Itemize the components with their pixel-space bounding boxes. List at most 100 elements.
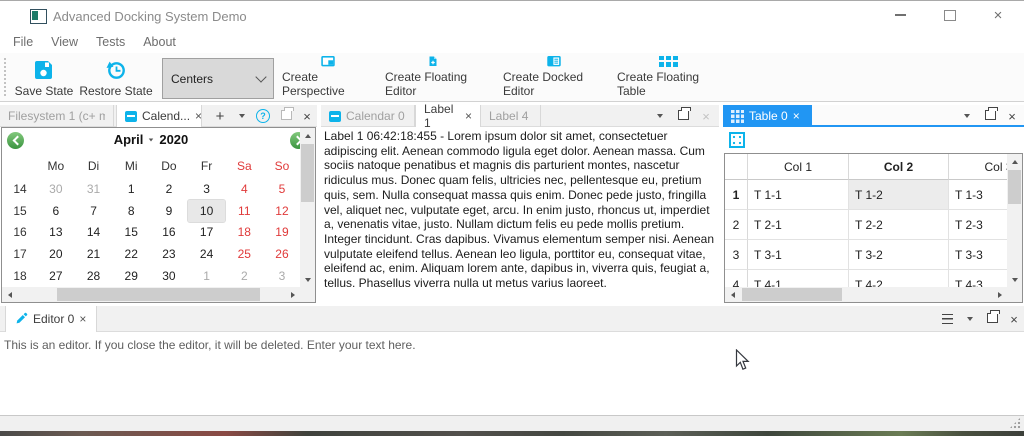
calendar-day-cell[interactable]: 30: [150, 265, 188, 287]
calendar-day-cell[interactable]: 6: [37, 200, 75, 222]
calendar-day-cell[interactable]: 1: [112, 178, 150, 200]
tab-label1[interactable]: Label 1 ×: [415, 105, 481, 127]
table-cell[interactable]: T 1-1: [748, 180, 849, 210]
menu-item-tests[interactable]: Tests: [87, 31, 134, 53]
calendar-day-cell[interactable]: 14: [75, 222, 113, 244]
right-close-button[interactable]: ×: [1003, 107, 1021, 125]
center-float-button[interactable]: [674, 104, 692, 122]
tab-filesystem[interactable]: Filesystem 1 (c+ m...: [0, 105, 114, 127]
scroll-left-button[interactable]: [725, 287, 740, 302]
calendar-day-cell[interactable]: 21: [75, 243, 113, 265]
calendar-day-cell[interactable]: 22: [112, 243, 150, 265]
scroll-right-button[interactable]: [285, 287, 300, 302]
table-row-number[interactable]: 4: [725, 270, 748, 287]
calendar-day-cell[interactable]: 3: [188, 178, 226, 200]
calendar-day-cell[interactable]: 1: [188, 265, 226, 287]
calendar-day-cell[interactable]: 30: [37, 178, 75, 200]
center-tabs-menu-button[interactable]: [651, 107, 669, 125]
table-cell[interactable]: T 2-1: [748, 210, 849, 240]
tab-close-icon[interactable]: ×: [793, 110, 800, 122]
scroll-thumb[interactable]: [301, 144, 314, 202]
table-cell[interactable]: T 4-3: [949, 270, 1007, 287]
table-cell[interactable]: T 4-1: [748, 270, 849, 287]
save-state-button[interactable]: Save State: [13, 56, 75, 98]
calendar-day-cell[interactable]: 13: [37, 222, 75, 244]
table-hscrollbar[interactable]: [725, 287, 1007, 302]
calendar-vscrollbar[interactable]: [300, 128, 315, 287]
menu-item-about[interactable]: About: [134, 31, 185, 53]
table-cell[interactable]: T 3-1: [748, 240, 849, 270]
right-tabs-menu-button[interactable]: [958, 107, 976, 125]
calendar-day-cell[interactable]: 17: [188, 222, 226, 244]
calendar-selected-day-cell[interactable]: 10: [188, 200, 226, 222]
calendar-day-cell[interactable]: 18: [225, 222, 263, 244]
calendar-day-cell[interactable]: 2: [150, 178, 188, 200]
calendar-day-cell[interactable]: 28: [75, 265, 113, 287]
calendar-day-cell[interactable]: 8: [112, 200, 150, 222]
scroll-up-button[interactable]: [300, 128, 315, 143]
center-close-button[interactable]: ×: [697, 107, 715, 125]
calendar-day-cell[interactable]: 3: [263, 265, 301, 287]
table-row-number[interactable]: 1: [725, 180, 748, 210]
tab-calendar0[interactable]: Calendar 0: [321, 105, 415, 127]
maximize-button[interactable]: [935, 4, 965, 26]
table-selected-cell[interactable]: T 1-2: [849, 180, 949, 210]
calendar-day-cell[interactable]: 26: [263, 243, 301, 265]
calendar-day-cell[interactable]: 5: [263, 178, 301, 200]
calendar-month-year[interactable]: April 2020: [2, 132, 300, 147]
scroll-down-button[interactable]: [300, 272, 315, 287]
table-row-number[interactable]: 2: [725, 210, 748, 240]
create-docked-editor-button[interactable]: Create Docked Editor: [503, 56, 605, 98]
editor-menu-button[interactable]: [938, 310, 956, 328]
restore-state-button[interactable]: Restore State: [78, 56, 154, 98]
calendar-day-cell[interactable]: 24: [188, 243, 226, 265]
help-button[interactable]: ?: [254, 107, 272, 125]
editor-content[interactable]: This is an editor. If you close the edit…: [4, 338, 1004, 352]
table-row-number[interactable]: 3: [725, 240, 748, 270]
calendar-day-cell[interactable]: 27: [37, 265, 75, 287]
tab-label4[interactable]: Label 4: [481, 105, 541, 127]
table-header-cell[interactable]: Col 3: [949, 154, 1007, 180]
tab-close-icon[interactable]: ×: [79, 313, 86, 325]
table-cell[interactable]: T 2-2: [849, 210, 949, 240]
calendar-year[interactable]: 2020: [159, 132, 188, 147]
scroll-down-button[interactable]: [1007, 272, 1022, 287]
table-cell[interactable]: T 1-3: [949, 180, 1007, 210]
calendar-day-cell[interactable]: 19: [263, 222, 301, 244]
calendar-day-cell[interactable]: 16: [150, 222, 188, 244]
tab-table0[interactable]: Table 0 ×: [723, 105, 812, 127]
scroll-up-button[interactable]: [1007, 154, 1022, 169]
editor-float-button[interactable]: [983, 307, 1001, 325]
calendar-day-cell[interactable]: 29: [112, 265, 150, 287]
calendar-day-cell[interactable]: 20: [37, 243, 75, 265]
left-tabs-menu-button[interactable]: [233, 107, 251, 125]
scroll-left-button[interactable]: [2, 287, 17, 302]
calendar-day-cell[interactable]: 15: [112, 222, 150, 244]
editor-close-button[interactable]: ×: [1005, 310, 1023, 328]
scroll-right-button[interactable]: [992, 287, 1007, 302]
add-tab-button[interactable]: +: [211, 107, 229, 125]
table-cell[interactable]: T 3-3: [949, 240, 1007, 270]
calendar-day-cell[interactable]: 25: [225, 243, 263, 265]
calendar-month[interactable]: April: [114, 132, 144, 147]
perspective-combo[interactable]: Centers: [162, 58, 274, 99]
calendar-day-cell[interactable]: 4: [225, 178, 263, 200]
toolbar-handle[interactable]: [3, 57, 8, 97]
scroll-thumb[interactable]: [1008, 170, 1021, 204]
calendar-day-cell[interactable]: 7: [75, 200, 113, 222]
right-float-button[interactable]: [981, 104, 999, 122]
resize-grip[interactable]: [1009, 417, 1021, 429]
table-vscrollbar[interactable]: [1007, 154, 1022, 287]
table-tool-button[interactable]: [729, 132, 745, 148]
calendar-day-cell[interactable]: 9: [150, 200, 188, 222]
table-header-cell[interactable]: Col 2: [849, 154, 949, 180]
tab-calendar[interactable]: Calend... ×: [116, 105, 202, 127]
calendar-day-cell[interactable]: 12: [263, 200, 301, 222]
calendar-day-cell[interactable]: 11: [225, 200, 263, 222]
scroll-thumb[interactable]: [742, 288, 842, 301]
editor-tabs-menu-button[interactable]: [961, 310, 979, 328]
left-float-button[interactable]: [277, 104, 295, 122]
create-floating-table-button[interactable]: Create Floating Table: [617, 56, 719, 98]
menu-item-file[interactable]: File: [4, 31, 42, 53]
scroll-thumb[interactable]: [57, 288, 260, 301]
